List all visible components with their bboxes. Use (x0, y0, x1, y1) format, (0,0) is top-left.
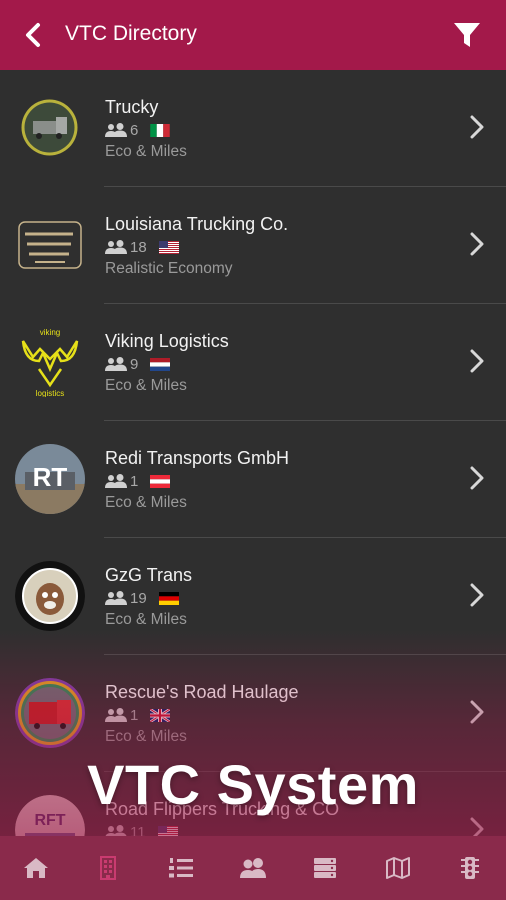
chevron-right-icon (470, 232, 484, 256)
game-mode: Eco & Miles (105, 143, 187, 160)
member-count: 9 (130, 355, 139, 373)
nav-directory[interactable] (72, 836, 144, 900)
member-count: 1 (130, 706, 139, 724)
page-title: VTC Directory (65, 22, 197, 45)
vtc-name: Rescue's Road Haulage (105, 682, 299, 702)
nav-home[interactable] (0, 836, 72, 900)
vtc-row[interactable]: GzG Trans 19 Eco & Miles (0, 538, 506, 655)
nav-map[interactable] (361, 836, 433, 900)
home-icon (24, 858, 49, 878)
svg-text:RT: RT (33, 462, 68, 492)
vtc-logo (21, 99, 78, 156)
vtc-row[interactable]: viking logistics Viking Logistics 9 Eco … (0, 304, 506, 421)
vtc-name: Trucky (105, 97, 159, 117)
users-icon (105, 591, 127, 605)
app-header: VTC Directory (0, 0, 506, 70)
vtc-logo (15, 678, 85, 748)
flag-netherlands-icon (150, 357, 171, 371)
chevron-right-icon (470, 115, 484, 139)
flag-austria-icon (150, 474, 171, 488)
game-mode: Eco & Miles (105, 377, 187, 394)
nav-traffic[interactable] (434, 836, 506, 900)
vtc-name: Viking Logistics (105, 331, 229, 351)
traffic-light-icon (460, 857, 479, 879)
chevron-right-icon (470, 349, 484, 373)
flag-germany-icon (158, 591, 179, 605)
ordered-list-icon (168, 858, 193, 878)
flag-usa-icon (158, 240, 179, 254)
vtc-meta: 9 (105, 355, 171, 373)
svg-text:viking: viking (40, 328, 60, 337)
vtc-meta: 6 (105, 121, 171, 139)
users-icon (105, 240, 127, 254)
flag-italy-icon (150, 123, 171, 137)
vtc-logo (15, 561, 85, 631)
map-icon (385, 857, 410, 879)
chevron-right-icon (470, 466, 484, 490)
member-count: 6 (130, 121, 139, 139)
vtc-list: Trucky 6 Eco & Miles Louisiana Trucking … (0, 70, 506, 889)
vtc-meta: 18 (105, 238, 179, 256)
server-icon (314, 858, 337, 878)
chevron-right-icon (470, 583, 484, 607)
vtc-logo: RT (15, 444, 85, 514)
users-icon (105, 357, 127, 371)
game-mode: Eco & Miles (105, 728, 187, 745)
users-icon (105, 474, 127, 488)
svg-text:logistics: logistics (36, 389, 64, 397)
vtc-meta: 19 (105, 589, 179, 607)
vtc-row[interactable]: Rescue's Road Haulage 1 Eco & Miles (0, 655, 506, 772)
vtc-logo (15, 210, 85, 280)
member-count: 18 (130, 238, 147, 256)
building-icon (100, 856, 117, 880)
vtc-row[interactable]: Louisiana Trucking Co. 18 Realistic Econ… (0, 187, 506, 304)
game-mode: Eco & Miles (105, 611, 187, 628)
nav-users[interactable] (217, 836, 289, 900)
game-mode: Realistic Economy (105, 260, 233, 277)
nav-list[interactable] (145, 836, 217, 900)
vtc-meta: 1 (105, 472, 171, 490)
vtc-name: Louisiana Trucking Co. (105, 214, 289, 234)
back-arrow-icon[interactable] (22, 22, 46, 48)
vtc-logo: viking logistics (15, 327, 85, 397)
game-mode: Eco & Miles (105, 494, 187, 511)
bottom-navigation (0, 836, 506, 900)
users-icon (105, 123, 127, 137)
chevron-right-icon (470, 700, 484, 724)
vtc-name: Road Flippers Trucking & CO (105, 799, 340, 819)
vtc-row[interactable]: RT Redi Transports GmbH 1 Eco & Miles (0, 421, 506, 538)
users-icon (105, 708, 127, 722)
filter-icon[interactable] (452, 20, 482, 50)
vtc-meta: 1 (105, 706, 171, 724)
vtc-row[interactable]: Trucky 6 Eco & Miles (0, 70, 506, 187)
member-count: 19 (130, 589, 147, 607)
nav-servers[interactable] (289, 836, 361, 900)
member-count: 1 (130, 472, 139, 490)
svg-text:RFT: RFT (34, 812, 65, 829)
vtc-name: GzG Trans (105, 565, 193, 585)
users-icon (239, 858, 266, 878)
flag-uk-icon (150, 708, 171, 722)
vtc-name: Redi Transports GmbH (105, 448, 290, 468)
